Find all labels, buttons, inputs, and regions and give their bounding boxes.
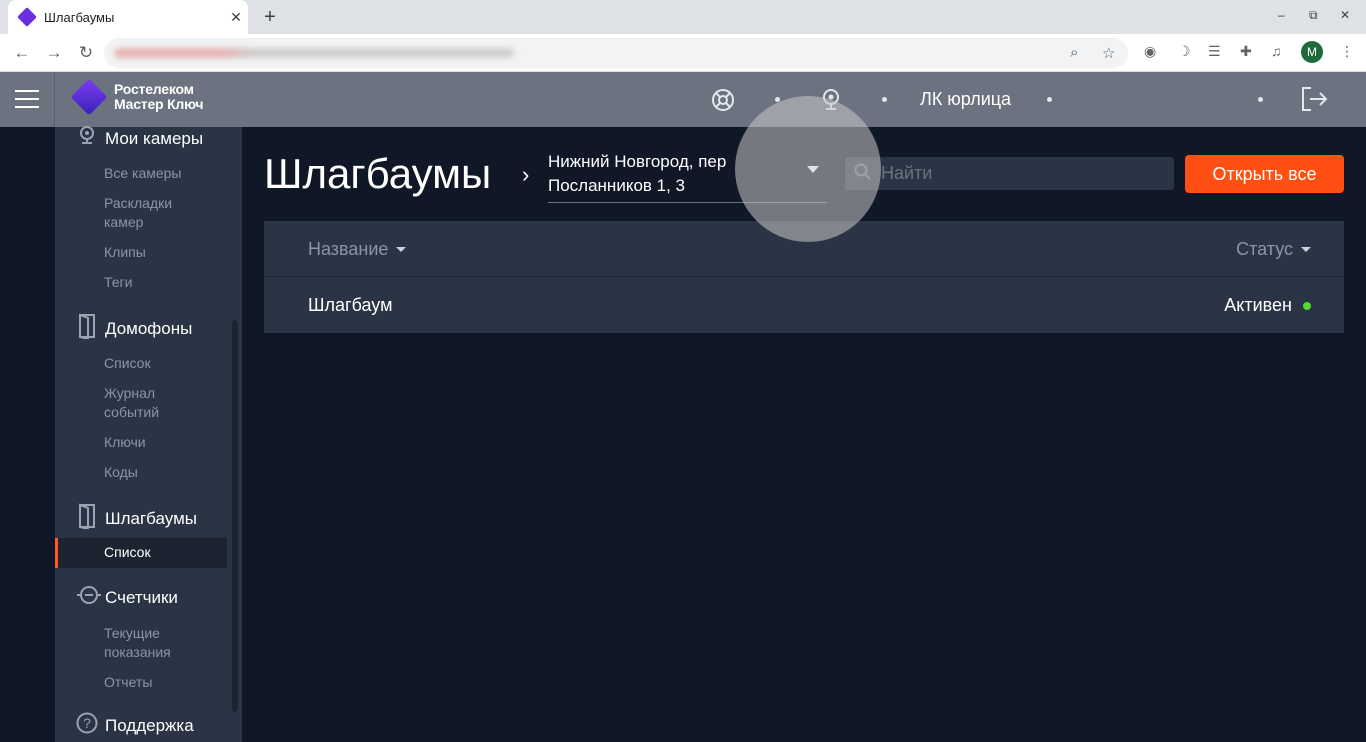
logo-mark-icon	[70, 78, 108, 116]
extension-icon[interactable]: ◉	[1144, 43, 1156, 60]
app-header: Ростелеком Мастер Ключ ЛК юрлица	[0, 72, 1366, 127]
row-name: Шлагбаум	[308, 295, 393, 315]
logout-icon[interactable]	[1300, 85, 1328, 119]
sidebar-item-list[interactable]: Список	[104, 354, 214, 373]
favicon-icon	[17, 7, 37, 27]
extension-list-icon[interactable]: ☰	[1208, 43, 1221, 60]
table-row[interactable]: Шлагбаум Активен	[264, 277, 1344, 333]
sidebar-section-meters[interactable]: Счетчики	[76, 585, 178, 610]
barrier-icon	[76, 503, 98, 534]
header-dot	[775, 97, 780, 102]
sidebar-item-event-log[interactable]: Журнал событий	[104, 384, 214, 422]
header-dot	[1258, 97, 1263, 102]
search-icon	[854, 163, 872, 186]
sidebar-section-support[interactable]: ? Поддержка	[76, 712, 194, 739]
sidebar-scrollbar[interactable]	[232, 320, 238, 712]
column-header-name[interactable]: Название	[308, 239, 407, 260]
sidebar-item-tags[interactable]: Теги	[104, 273, 214, 292]
sidebar-item-clips[interactable]: Клипы	[104, 243, 214, 262]
sidebar-item-barriers-list-active[interactable]: Список	[55, 538, 227, 568]
hamburger-menu-icon[interactable]	[15, 90, 39, 108]
maximize-button[interactable]: ⧉	[1309, 8, 1318, 23]
logo-line2: Мастер Ключ	[114, 96, 204, 112]
table-header: Название Статус	[264, 221, 1344, 277]
sidebar-section-label: Счетчики	[105, 587, 178, 607]
header-divider	[54, 72, 55, 127]
extension-moon-icon[interactable]: ☽	[1178, 43, 1191, 60]
address-select[interactable]: Нижний Новгород, пер Посланников 1, 3	[548, 150, 827, 203]
browser-toolbar: ← → ↻ ⌕ ☆ ◉ ☽ ☰ ✚ ♫ M ⋮	[0, 34, 1366, 72]
logo[interactable]: Ростелеком Мастер Ключ	[70, 78, 203, 116]
sidebar-section-label: Мои камеры	[105, 128, 204, 148]
sidebar-section-barriers[interactable]: Шлагбаумы	[76, 503, 197, 534]
row-status: Активен	[1224, 295, 1292, 315]
zoom-icon[interactable]: ⌕	[1070, 44, 1078, 61]
sidebar-item-all-cameras[interactable]: Все камеры	[104, 164, 214, 183]
chevron-down-icon	[807, 166, 819, 173]
svg-text:?: ?	[83, 715, 91, 731]
sidebar-item-codes[interactable]: Коды	[104, 463, 214, 482]
profile-avatar[interactable]: M	[1301, 41, 1323, 63]
new-tab-button[interactable]: +	[258, 5, 282, 29]
column-header-status[interactable]: Статус	[1236, 239, 1311, 260]
breadcrumb-chevron-icon: ›	[522, 162, 530, 187]
extensions-puzzle-icon[interactable]: ✚	[1240, 43, 1252, 60]
browser-tab[interactable]: Шлагбаумы ✕	[8, 0, 248, 34]
sidebar-section-intercoms[interactable]: Домофоны	[76, 313, 192, 344]
page-title: Шлагбаумы	[264, 150, 492, 197]
logo-text: Ростелеком Мастер Ключ	[114, 82, 203, 112]
url-text-blurred	[114, 48, 514, 58]
camera-icon	[76, 126, 98, 151]
address-select-value: Нижний Новгород, пер Посланников 1, 3	[548, 152, 727, 195]
sidebar-item-label: Список	[104, 544, 151, 560]
door-icon	[76, 313, 98, 344]
forward-icon[interactable]: →	[43, 42, 65, 64]
sidebar-item-keys[interactable]: Ключи	[104, 433, 214, 452]
sidebar-section-cameras[interactable]: Мои камеры	[76, 126, 203, 151]
meter-icon	[76, 585, 101, 610]
browser-tab-bar: Шлагбаумы ✕ + ‒ ⧉ ✕	[0, 0, 1366, 34]
sidebar-section-label: Шлагбаумы	[105, 508, 197, 528]
sidebar-item-layouts[interactable]: Раскладки камер	[104, 194, 214, 232]
sidebar-section-label: Поддержка	[105, 715, 194, 735]
back-icon[interactable]: ←	[11, 42, 33, 64]
logo-line1: Ростелеком	[114, 81, 194, 97]
column-header-label: Название	[308, 239, 389, 259]
sidebar-item-reports[interactable]: Отчеты	[104, 673, 214, 692]
camera-header-icon[interactable]	[822, 88, 840, 118]
open-all-button[interactable]: Открыть все	[1185, 155, 1344, 193]
browser-menu-icon[interactable]: ⋮	[1340, 43, 1354, 60]
status-indicator-dot	[1303, 302, 1311, 310]
account-label[interactable]: ЛК юрлица	[920, 89, 1011, 110]
tab-close-icon[interactable]: ✕	[224, 9, 248, 26]
search-box	[845, 157, 1174, 190]
reload-icon[interactable]: ↻	[75, 42, 97, 64]
sort-caret-icon	[396, 247, 407, 252]
help-icon: ?	[76, 712, 98, 739]
tab-title: Шлагбаумы	[44, 9, 115, 25]
header-dot	[882, 97, 887, 102]
support-lifebuoy-icon[interactable]	[711, 88, 735, 118]
sidebar-item-current-readings[interactable]: Текущие показания	[104, 624, 214, 662]
header-dot	[1047, 97, 1052, 102]
url-bar[interactable]: ⌕ ☆	[104, 38, 1128, 68]
search-input[interactable]	[881, 157, 1161, 190]
sidebar-section-label: Домофоны	[105, 318, 193, 338]
sort-caret-icon	[1301, 247, 1311, 252]
barriers-table: Название Статус Шлагбаум Активен	[264, 221, 1344, 333]
bookmark-star-icon[interactable]: ☆	[1102, 44, 1115, 62]
column-header-label: Статус	[1236, 239, 1293, 259]
close-window-button[interactable]: ✕	[1340, 8, 1350, 22]
media-control-icon[interactable]: ♫	[1271, 43, 1282, 59]
minimize-button[interactable]: ‒	[1278, 8, 1285, 22]
